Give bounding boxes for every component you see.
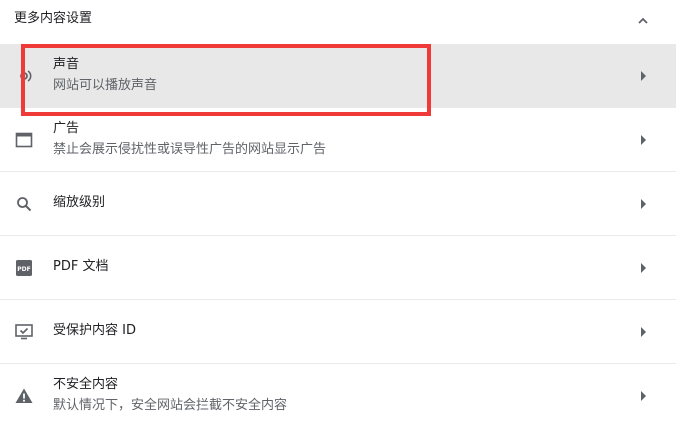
row-title: 受保护内容 ID bbox=[53, 323, 136, 338]
row-text: 缩放级别 bbox=[53, 194, 616, 212]
row-title: 广告 bbox=[53, 121, 80, 136]
row-title: 缩放级别 bbox=[53, 195, 106, 210]
settings-row-insecure-content[interactable]: 不安全内容 默认情况下，安全网站会拦截不安全内容 bbox=[0, 364, 676, 427]
chevron-right-icon bbox=[637, 262, 649, 274]
settings-row-zoom[interactable]: 缩放级别 bbox=[0, 172, 676, 236]
settings-row-protected-content[interactable]: 受保护内容 ID bbox=[0, 300, 676, 364]
row-title: 声音 bbox=[53, 57, 80, 72]
speaker-icon bbox=[14, 66, 34, 86]
chevron-right-icon bbox=[637, 390, 649, 402]
settings-row-sound[interactable]: 声音 网站可以播放声音 bbox=[0, 44, 676, 108]
chevron-right-icon bbox=[637, 70, 649, 82]
more-content-settings-header[interactable]: 更多内容设置 bbox=[0, 0, 676, 44]
row-text: 不安全内容 默认情况下，安全网站会拦截不安全内容 bbox=[53, 376, 616, 415]
warning-icon bbox=[14, 386, 34, 406]
row-subtitle: 禁止会展示侵扰性或误导性广告的网站显示广告 bbox=[53, 142, 327, 157]
row-title: PDF 文档 bbox=[53, 259, 109, 274]
chevron-right-icon bbox=[637, 198, 649, 210]
content-settings-page: 更多内容设置 声音 网站可以播放声音 广告 禁止会展示侵扰性或误导性广告的网站显… bbox=[0, 0, 676, 427]
chevron-right-icon bbox=[637, 134, 649, 146]
pdf-icon-label: PDF bbox=[17, 266, 30, 273]
row-title: 不安全内容 bbox=[53, 377, 119, 392]
settings-row-ads[interactable]: 广告 禁止会展示侵扰性或误导性广告的网站显示广告 bbox=[0, 108, 676, 172]
pdf-icon: PDF bbox=[14, 258, 34, 278]
settings-row-pdf[interactable]: PDF PDF 文档 bbox=[0, 236, 676, 300]
section-title: 更多内容设置 bbox=[14, 11, 93, 26]
row-subtitle: 网站可以播放声音 bbox=[53, 78, 158, 93]
chevron-right-icon bbox=[637, 326, 649, 338]
search-icon bbox=[14, 194, 34, 214]
chevron-up-icon[interactable] bbox=[630, 8, 656, 34]
row-subtitle: 默认情况下，安全网站会拦截不安全内容 bbox=[53, 398, 288, 413]
row-text: 广告 禁止会展示侵扰性或误导性广告的网站显示广告 bbox=[53, 120, 616, 159]
row-text: 声音 网站可以播放声音 bbox=[53, 56, 616, 95]
protected-monitor-icon bbox=[14, 322, 34, 342]
row-text: 受保护内容 ID bbox=[53, 322, 616, 340]
settings-list: 声音 网站可以播放声音 广告 禁止会展示侵扰性或误导性广告的网站显示广告 缩放级… bbox=[0, 44, 676, 427]
ad-window-icon bbox=[14, 130, 34, 150]
row-text: PDF 文档 bbox=[53, 258, 616, 276]
